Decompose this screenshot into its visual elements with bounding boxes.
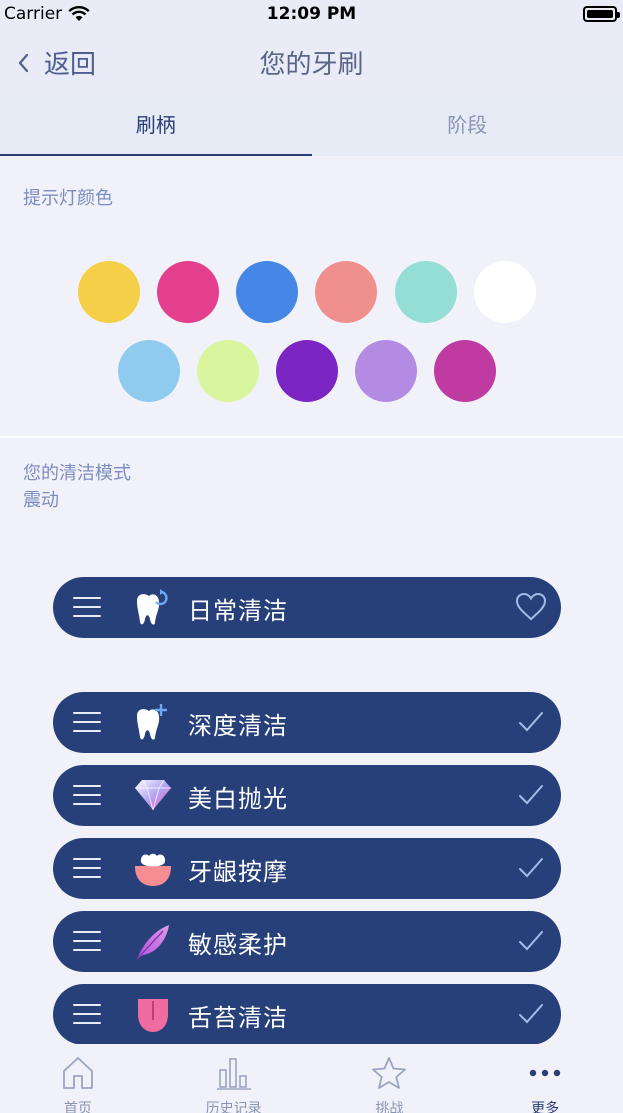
carrier-signal: Carrier [4, 4, 90, 24]
color-swatch-fuchsia[interactable] [434, 340, 496, 402]
heart-icon[interactable] [515, 592, 547, 622]
diamond-icon [135, 779, 171, 811]
navigation-bar: 返回 您的牙刷 [0, 28, 623, 96]
tongue-icon [138, 999, 168, 1032]
home-icon [62, 1057, 93, 1089]
tab-bar-history[interactable]: 历史记录 [156, 1044, 312, 1113]
mode-row-sensitive[interactable]: 敏感柔护 [53, 911, 561, 972]
section-divider [0, 436, 623, 438]
mode-label: 敏感柔护 [188, 931, 288, 959]
tooth-refresh-icon [137, 589, 168, 625]
color-swatch-sky[interactable] [118, 340, 180, 402]
color-swatch-purple[interactable] [276, 340, 338, 402]
checkmark-icon[interactable] [517, 1000, 545, 1028]
drag-handle-icon[interactable] [73, 1004, 101, 1024]
drag-handle-icon[interactable] [73, 712, 101, 732]
tab-bar-label: 更多 [531, 1101, 560, 1113]
drag-handle-icon[interactable] [73, 785, 101, 805]
bottom-tab-bar: 首页 历史记录 挑战 更多 [0, 1044, 623, 1113]
tab-stage[interactable]: 阶段 [312, 96, 623, 156]
tab-bar-home[interactable]: 首页 [0, 1044, 156, 1113]
mode-label: 美白抛光 [188, 785, 288, 813]
wifi-icon [68, 6, 90, 21]
color-swatch-lavender[interactable] [355, 340, 417, 402]
battery-icon [583, 6, 620, 22]
tab-bar-more[interactable]: 更多 [467, 1044, 623, 1113]
tab-bar-label: 首页 [63, 1101, 92, 1113]
favorite-mode-row[interactable]: 日常清洁 [53, 577, 561, 638]
color-swatch-lime[interactable] [197, 340, 259, 402]
color-swatch-white[interactable] [474, 261, 536, 323]
mode-row-tongue[interactable]: 舌苔清洁 [53, 984, 561, 1045]
status-time: 12:09 PM [266, 4, 357, 24]
checkmark-icon[interactable] [517, 854, 545, 882]
status-bar: Carrier 12:09 PM [0, 0, 623, 28]
color-swatch-yellow[interactable] [78, 261, 140, 323]
segment-tabs: 刷柄 阶段 [0, 96, 623, 156]
tab-bar-challenge[interactable]: 挑战 [312, 1044, 468, 1113]
mode-row-whitening[interactable]: 美白抛光 [53, 765, 561, 826]
mode-row-deep[interactable]: 深度清洁 [53, 692, 561, 753]
checkmark-icon[interactable] [517, 708, 545, 736]
color-swatch-mint[interactable] [395, 261, 457, 323]
drag-handle-icon[interactable] [73, 597, 101, 617]
color-swatch-salmon[interactable] [315, 261, 377, 323]
carrier-label: Carrier [4, 4, 63, 24]
mode-row-gum[interactable]: 牙龈按摩 [53, 838, 561, 899]
checkmark-icon[interactable] [517, 781, 545, 809]
mode-label: 日常清洁 [188, 597, 288, 625]
bar-chart-icon [216, 1058, 251, 1090]
drag-handle-icon[interactable] [73, 931, 101, 951]
more-dots-icon [529, 1069, 561, 1077]
color-swatch-magenta[interactable] [157, 261, 219, 323]
tab-bar-label: 历史记录 [205, 1101, 262, 1113]
checkmark-icon[interactable] [517, 927, 545, 955]
tab-bar-label: 挑战 [375, 1101, 404, 1113]
tooth-plus-icon [137, 704, 167, 740]
page-title: 您的牙刷 [259, 50, 364, 80]
cleaning-mode-title: 您的清洁模式 [23, 463, 131, 484]
mode-label: 牙龈按摩 [188, 858, 288, 886]
mode-label: 深度清洁 [188, 712, 288, 740]
cleaning-mode-subtitle: 震动 [23, 490, 59, 511]
indicator-color-label: 提示灯颜色 [23, 188, 113, 209]
gum-icon [135, 853, 171, 886]
color-swatch-blue[interactable] [236, 261, 298, 323]
feather-icon [136, 925, 169, 960]
star-icon [372, 1057, 407, 1089]
mode-label: 舌苔清洁 [188, 1004, 288, 1032]
drag-handle-icon[interactable] [73, 858, 101, 878]
tab-handle[interactable]: 刷柄 [0, 96, 312, 156]
